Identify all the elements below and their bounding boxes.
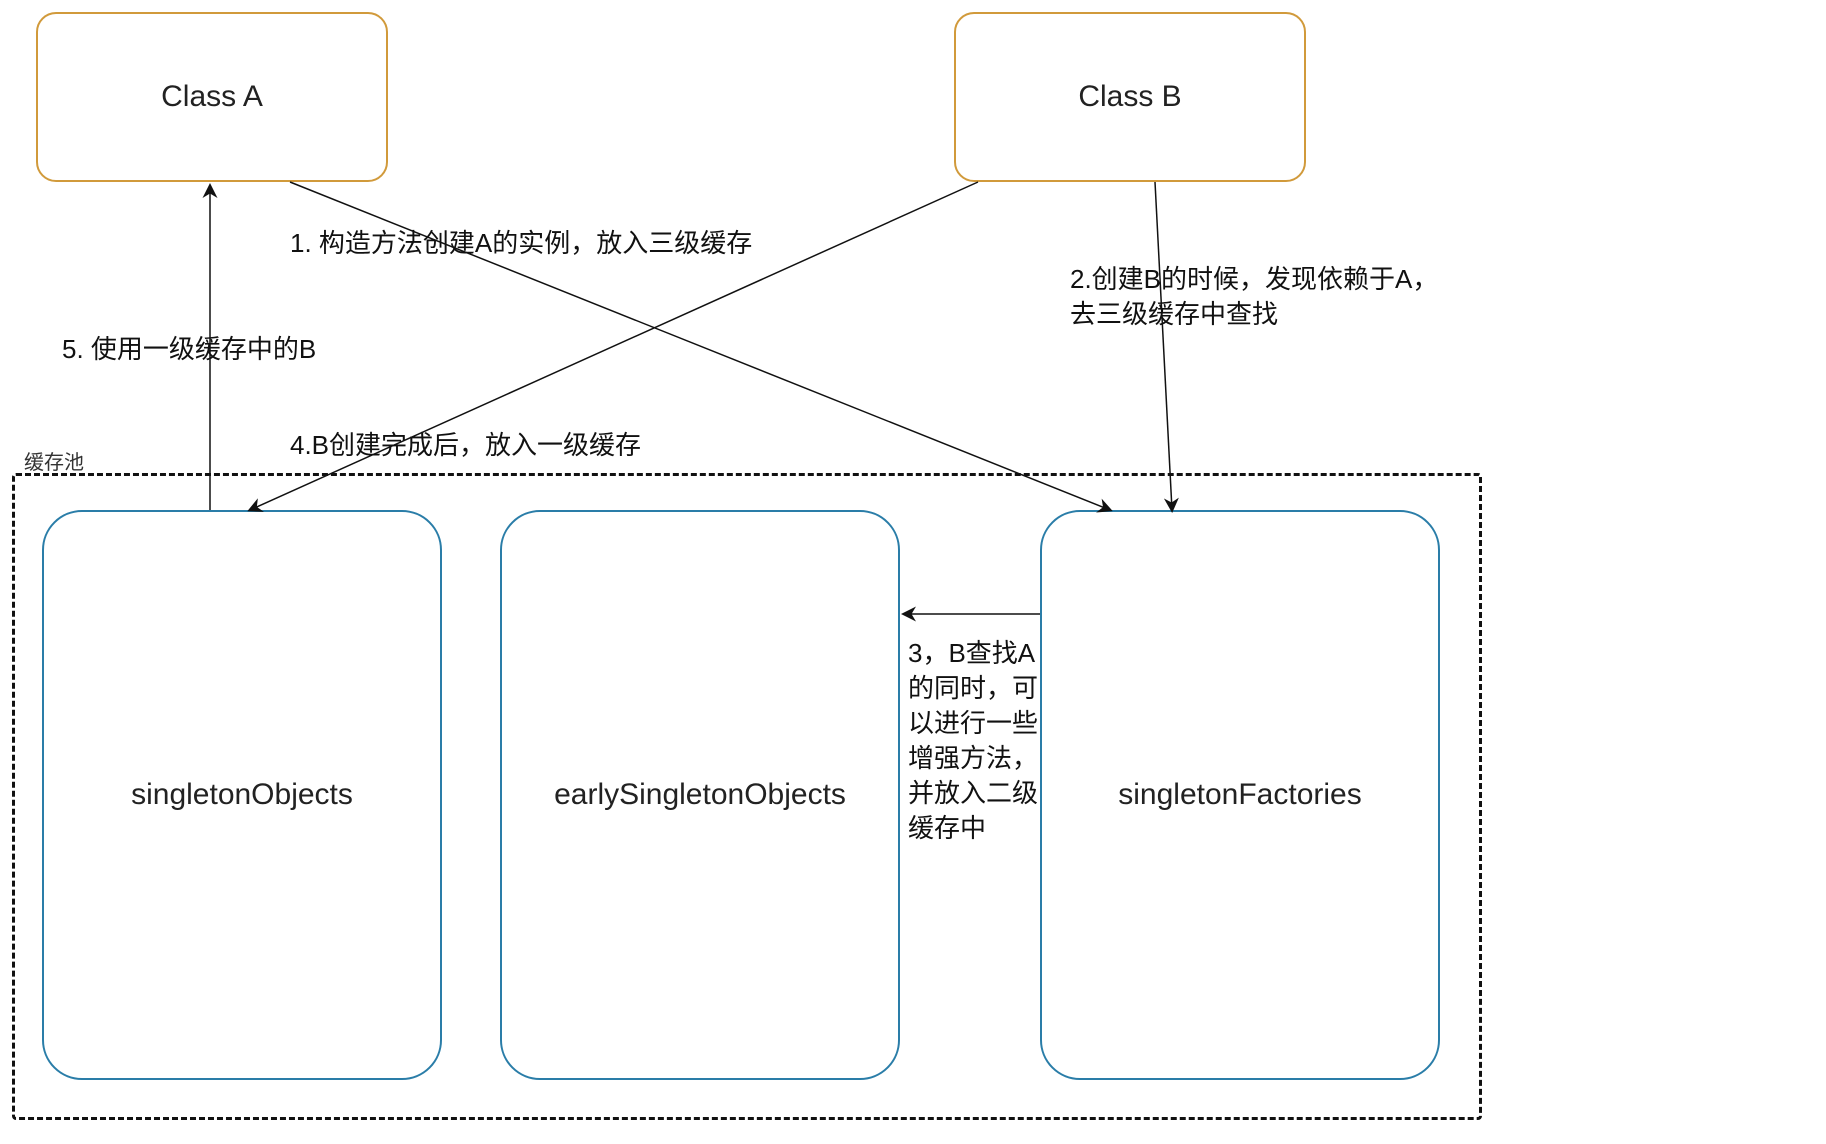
step2-arrow	[1155, 182, 1172, 510]
step1-label: 1. 构造方法创建A的实例，放入三级缓存	[290, 226, 990, 261]
class-b-label: Class B	[1078, 80, 1181, 114]
step5-label: 5. 使用一级缓存中的B	[62, 332, 392, 367]
step4-label: 4.B创建完成后，放入一级缓存	[290, 428, 790, 463]
singleton-factories-node: singletonFactories	[1040, 510, 1440, 1080]
singleton-objects-node: singletonObjects	[42, 510, 442, 1080]
early-singleton-objects-label: earlySingletonObjects	[554, 778, 846, 812]
cache-pool-label: 缓存池	[24, 446, 84, 475]
class-a-label: Class A	[161, 80, 263, 114]
class-b-node: Class B	[954, 12, 1306, 182]
singleton-objects-label: singletonObjects	[131, 778, 353, 812]
early-singleton-objects-node: earlySingletonObjects	[500, 510, 900, 1080]
singleton-factories-label: singletonFactories	[1118, 778, 1361, 812]
class-a-node: Class A	[36, 12, 388, 182]
step2-label: 2.创建B的时候，发现依赖于A，去三级缓存中查找	[1070, 262, 1450, 332]
step3-label: 3，B查找A的同时，可以进行一些增强方法，并放入二级缓存中	[908, 636, 1038, 847]
